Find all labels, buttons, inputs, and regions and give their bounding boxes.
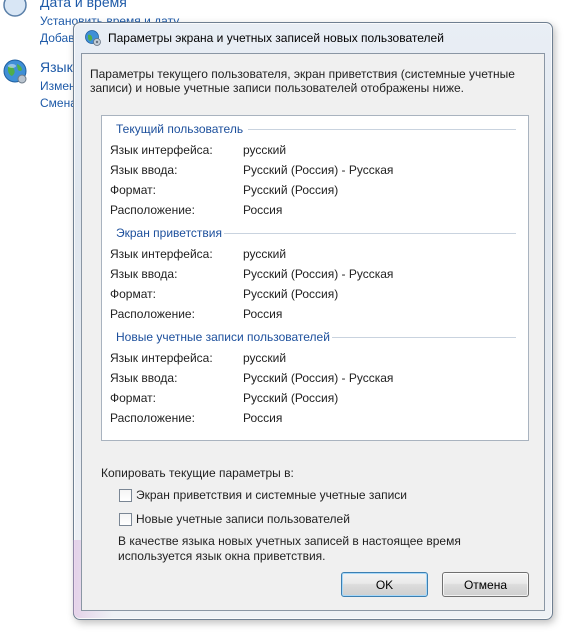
dialog-title: Параметры экрана и учетных записей новых… — [108, 31, 444, 45]
location-label: Расположение: — [110, 307, 195, 321]
copy-welcome-screen-label[interactable]: Экран приветствия и системные учетные за… — [136, 488, 407, 502]
input-language-value: Русский (Россия) - Русская — [243, 163, 394, 177]
change-language-link[interactable]: Измен — [40, 79, 76, 93]
ui-language-value: русский — [243, 143, 287, 157]
format-value: Русский (Россия) — [243, 287, 339, 301]
section-welcome-screen-header: Экран приветствия — [116, 226, 223, 240]
dialog-titlebar[interactable]: Параметры экрана и учетных записей новых… — [84, 28, 444, 48]
date-time-heading[interactable]: Дата и время — [40, 0, 127, 10]
globe-icon — [3, 59, 27, 84]
format-label: Формат: — [110, 287, 156, 301]
format-label: Формат: — [110, 391, 156, 405]
copy-welcome-screen-checkbox[interactable] — [119, 489, 132, 502]
welcome-language-note: В качестве языка новых учетных записей в… — [118, 534, 461, 563]
language-heading[interactable]: Язык — [40, 59, 73, 75]
copy-settings-label: Копировать текущие параметры в: — [101, 466, 294, 480]
input-language-label: Язык ввода: — [110, 267, 178, 281]
format-value: Русский (Россия) — [243, 391, 339, 405]
format-label: Формат: — [110, 183, 156, 197]
cancel-button[interactable]: Отмена — [442, 572, 529, 597]
section-divider — [248, 129, 516, 130]
input-language-label: Язык ввода: — [110, 163, 178, 177]
ui-language-label: Язык интерфейса: — [110, 143, 213, 157]
clock-icon — [3, 0, 27, 17]
copy-new-users-checkbox[interactable] — [119, 513, 132, 526]
ui-language-value: русский — [243, 351, 287, 365]
location-value: Россия — [243, 411, 283, 425]
ui-language-label: Язык интерфейса: — [110, 247, 213, 261]
section-current-user-header: Текущий пользователь — [116, 122, 244, 136]
location-label: Расположение: — [110, 203, 195, 217]
globe-settings-icon — [85, 30, 101, 46]
ui-language-label: Язык интерфейса: — [110, 351, 213, 365]
ui-language-value: русский — [243, 247, 287, 261]
section-divider — [224, 233, 516, 234]
input-language-label: Язык ввода: — [110, 371, 178, 385]
section-new-users-header: Новые учетные записи пользователей — [116, 330, 330, 344]
section-divider — [332, 337, 516, 338]
location-value: Россия — [243, 203, 283, 217]
dialog-description: Параметры текущего пользователя, экран п… — [90, 67, 515, 95]
format-value: Русский (Россия) — [243, 183, 339, 197]
input-language-value: Русский (Россия) - Русская — [243, 371, 394, 385]
ok-button[interactable]: OK — [341, 572, 428, 597]
copy-new-users-label[interactable]: Новые учетные записи пользователей — [136, 512, 350, 526]
location-value: Россия — [243, 307, 283, 321]
location-label: Расположение: — [110, 411, 195, 425]
change-keyboard-link[interactable]: Смена — [40, 96, 77, 110]
input-language-value: Русский (Россия) - Русская — [243, 267, 394, 281]
